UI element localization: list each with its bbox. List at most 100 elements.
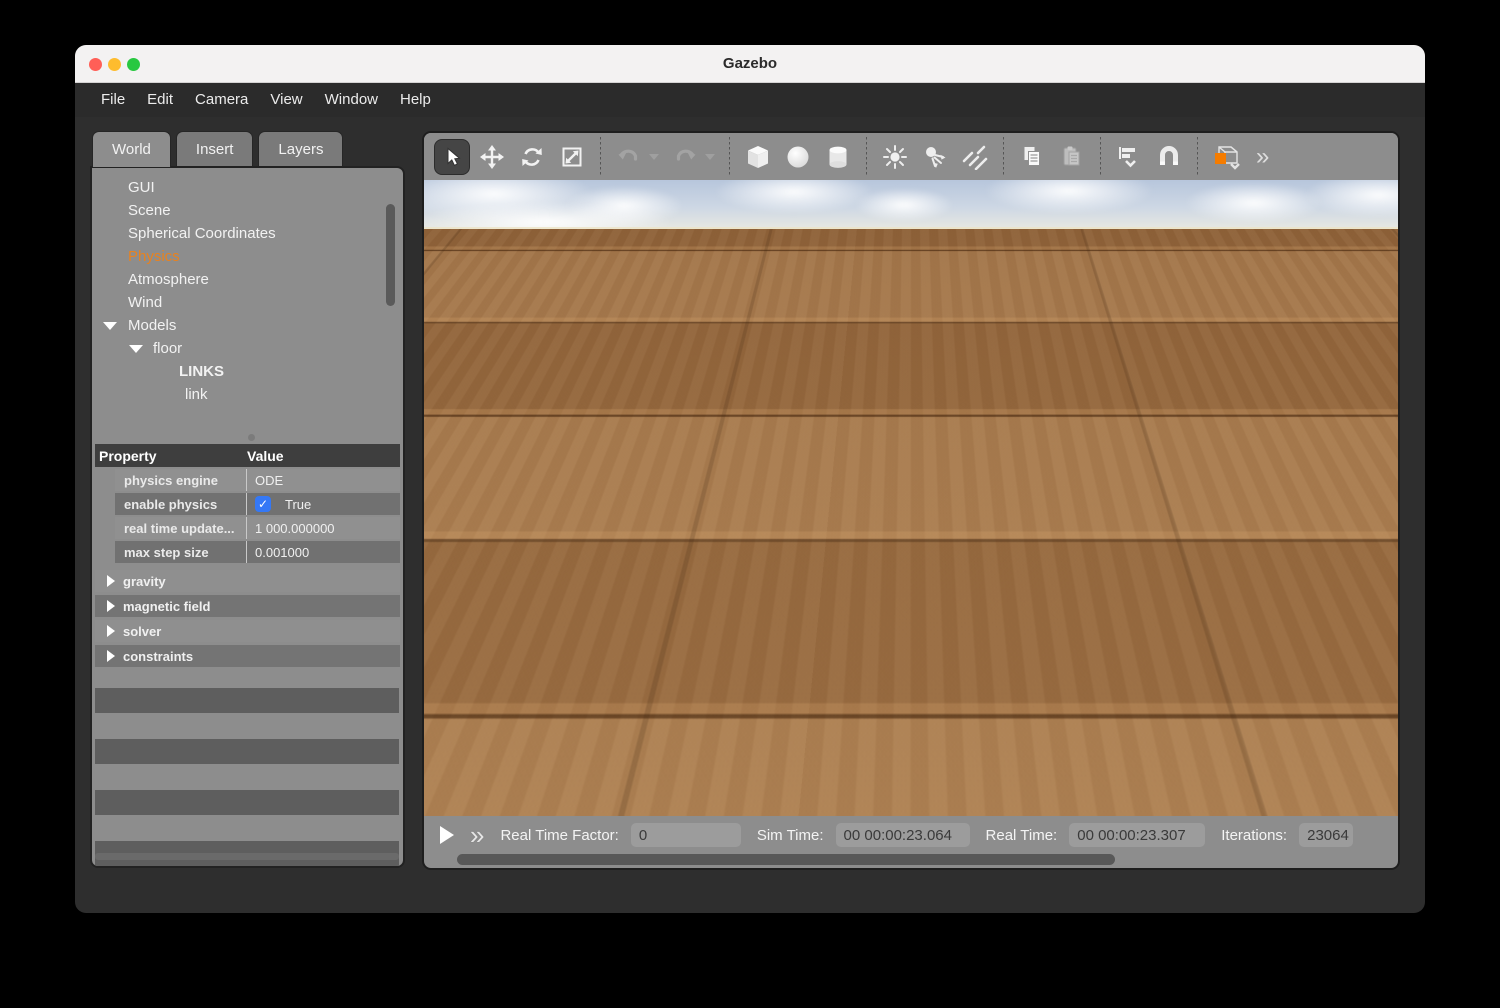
box-icon — [745, 144, 771, 170]
group-constraints[interactable]: constraints — [95, 645, 400, 667]
tree-item-link[interactable]: link — [92, 383, 403, 406]
property-table-header: Property Value — [95, 444, 400, 467]
sky — [424, 180, 1398, 229]
toolbar-separator — [866, 137, 867, 177]
menu-window[interactable]: Window — [314, 83, 389, 117]
menu-bar: File Edit Camera View Window Help — [75, 83, 1425, 117]
iterations-label: Iterations: — [1221, 827, 1287, 844]
group-gravity[interactable]: gravity — [95, 570, 400, 592]
translate-mode-button[interactable] — [474, 139, 510, 175]
table-row[interactable]: max step size 0.001000 — [95, 541, 400, 563]
point-light-button[interactable] — [877, 139, 913, 175]
insert-box-button[interactable] — [740, 139, 776, 175]
tree-scrollbar[interactable] — [386, 204, 395, 306]
scale-mode-button[interactable] — [554, 139, 590, 175]
tree-item-atmosphere[interactable]: Atmosphere — [92, 268, 403, 291]
tree-item-gui[interactable]: GUI — [92, 176, 403, 199]
tab-insert[interactable]: Insert — [176, 131, 254, 167]
tree-item-spherical-coordinates[interactable]: Spherical Coordinates — [92, 222, 403, 245]
gazebo-window: Gazebo File Edit Camera View Window Help… — [75, 45, 1425, 913]
real-time-value: 00 00:00:23.307 — [1069, 823, 1205, 847]
empty-row — [95, 739, 399, 764]
magnet-icon — [1156, 144, 1182, 170]
toolbar-separator — [1197, 137, 1198, 177]
tab-world[interactable]: World — [92, 131, 171, 167]
sim-time-value: 00 00:00:23.064 — [836, 823, 970, 847]
front-right-leg — [954, 473, 964, 503]
group-solver[interactable]: solver — [95, 620, 400, 642]
table-row[interactable]: enable physics ✓ True — [95, 493, 400, 515]
tree-item-scene[interactable]: Scene — [92, 199, 403, 222]
scale-arrows-icon — [560, 145, 584, 169]
tree-item-physics[interactable]: Physics — [92, 245, 403, 268]
align-icon — [1116, 144, 1142, 170]
toolbar-separator — [729, 137, 730, 177]
copy-icon — [1019, 144, 1045, 170]
toolbar-separator — [1100, 137, 1101, 177]
redo-arrow-icon — [672, 145, 698, 169]
table-row[interactable]: physics engine ODE — [95, 469, 400, 491]
window-title: Gazebo — [75, 45, 1425, 83]
tree-item-links[interactable]: LINKS — [92, 360, 403, 383]
expand-arrow-icon[interactable] — [129, 345, 143, 353]
insert-cylinder-button[interactable] — [820, 139, 856, 175]
collapsed-arrow-icon[interactable] — [107, 650, 115, 662]
step-button[interactable]: » — [470, 825, 484, 845]
paste-icon — [1059, 144, 1085, 170]
scrollbar-thumb[interactable] — [457, 854, 1115, 865]
menu-help[interactable]: Help — [389, 83, 442, 117]
point-light-icon — [882, 144, 908, 170]
view-angle-cube-icon — [1209, 143, 1243, 171]
align-button[interactable] — [1111, 139, 1147, 175]
copy-button[interactable] — [1014, 139, 1050, 175]
floor-x-marker — [792, 670, 982, 770]
play-pause-button[interactable] — [440, 826, 454, 844]
spot-light-button[interactable] — [917, 139, 953, 175]
collapsed-arrow-icon[interactable] — [107, 625, 115, 637]
rotate-arrows-icon — [520, 145, 544, 169]
menu-edit[interactable]: Edit — [136, 83, 184, 117]
simulation-status-bar: » Real Time Factor: 0 Sim Time: 00 00:00… — [424, 816, 1398, 854]
undo-arrow-icon — [616, 145, 642, 169]
spot-light-icon — [922, 144, 948, 170]
sim-time-label: Sim Time: — [757, 827, 824, 844]
render-viewport-panel: » — [422, 131, 1400, 870]
redo-history-dropdown[interactable] — [705, 154, 715, 160]
undo-button[interactable] — [611, 139, 647, 175]
collapsed-arrow-icon[interactable] — [107, 575, 115, 587]
view-angle-button[interactable] — [1208, 139, 1244, 175]
side-panel: World Insert Layers GUI Scene Spherical … — [90, 131, 405, 868]
redo-button[interactable] — [667, 139, 703, 175]
enable-physics-checkbox[interactable]: ✓ — [255, 496, 271, 512]
insert-sphere-button[interactable] — [780, 139, 816, 175]
tree-item-wind[interactable]: Wind — [92, 291, 403, 314]
splitter-handle[interactable] — [248, 434, 255, 441]
rotate-mode-button[interactable] — [514, 139, 550, 175]
directional-light-button[interactable] — [957, 139, 993, 175]
snap-magnet-button[interactable] — [1151, 139, 1187, 175]
tab-layers[interactable]: Layers — [258, 131, 343, 167]
menu-view[interactable]: View — [259, 83, 313, 117]
group-magnetic-field[interactable]: magnetic field — [95, 595, 400, 617]
enable-physics-value: True — [285, 497, 311, 512]
paste-button[interactable] — [1054, 139, 1090, 175]
quadcopter-model[interactable] — [799, 420, 1009, 520]
panel-horizontal-scrollbar[interactable] — [95, 853, 399, 860]
directional-light-icon — [961, 144, 989, 170]
empty-property-rows — [95, 688, 399, 868]
collapsed-arrow-icon[interactable] — [107, 600, 115, 612]
expand-arrow-icon[interactable] — [103, 322, 117, 330]
sphere-icon — [785, 144, 811, 170]
menu-camera[interactable]: Camera — [184, 83, 259, 117]
menu-file[interactable]: File — [90, 83, 136, 117]
property-column-header: Property — [95, 448, 247, 464]
tree-item-models[interactable]: Models — [92, 314, 403, 337]
select-mode-button[interactable] — [434, 139, 470, 175]
empty-row — [95, 790, 399, 815]
table-row[interactable]: real time update... 1 000.000000 — [95, 517, 400, 539]
toolbar-overflow-button[interactable]: » — [1256, 143, 1267, 171]
render-scene[interactable] — [424, 180, 1398, 816]
tree-item-floor[interactable]: floor — [92, 337, 403, 360]
undo-history-dropdown[interactable] — [649, 154, 659, 160]
render-toolbar: » — [424, 133, 1398, 180]
